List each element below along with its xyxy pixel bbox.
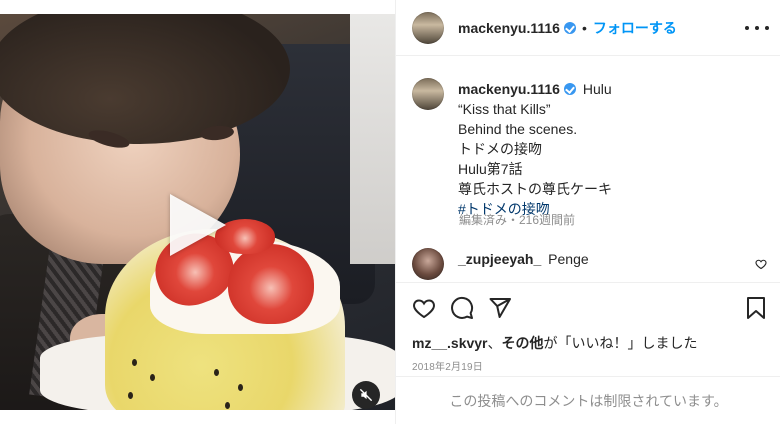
comments-disabled-text: この投稿へのコメントは制限されています。: [449, 392, 728, 409]
author-username[interactable]: mackenyu.1116: [458, 20, 560, 36]
likes-suffix: が「いいね！」しました: [543, 335, 698, 351]
author-avatar[interactable]: [412, 12, 444, 44]
kiwi-seed: [132, 359, 137, 366]
background-seat-light: [350, 14, 395, 264]
video-player[interactable]: [0, 14, 395, 410]
follow-button[interactable]: フォローする: [593, 20, 677, 36]
caption-username[interactable]: mackenyu.1116: [458, 81, 560, 97]
caption-meta: 編集済み・216週間前: [459, 213, 576, 227]
play-icon[interactable]: [170, 194, 226, 256]
comment: _zupjeeyah_ Penge: [458, 251, 589, 267]
more-options-icon[interactable]: [745, 19, 769, 37]
bottom-strip: [0, 410, 395, 424]
caption-prefix: Hulu: [582, 81, 612, 97]
post-header: mackenyu.1116 • フォローする: [396, 0, 780, 56]
kiwi-seed: [128, 392, 133, 399]
comment-username[interactable]: _zupjeeyah_: [458, 251, 541, 267]
share-paper-plane-icon[interactable]: [488, 296, 512, 320]
commenter-avatar[interactable]: [412, 248, 444, 280]
likes-others[interactable]: その他: [502, 335, 544, 351]
likes-summary: mz__.skvyr、その他が「いいね！」しました: [412, 333, 698, 353]
kiwi-seed: [238, 384, 243, 391]
kiwi-seed: [225, 402, 230, 409]
post-date[interactable]: 2018年2月19日: [412, 358, 483, 373]
strawberry: [228, 244, 314, 324]
action-bar: [396, 282, 780, 332]
comments-disabled-notice: この投稿へのコメントは制限されています。: [396, 376, 780, 424]
verified-badge-icon: [563, 83, 576, 95]
muted-speaker-icon: [360, 389, 372, 401]
verified-badge-icon: [563, 22, 576, 34]
caption: mackenyu.1116 Hulu “Kiss that Kills” Beh…: [458, 79, 768, 219]
comment-text: Penge: [548, 251, 589, 267]
caption-body: “Kiss that Kills” Behind the scenes. トドメ…: [458, 101, 612, 197]
post-details-panel: mackenyu.1116 • フォローする mackenyu.1116 Hulu …: [395, 0, 780, 424]
comment-like-heart-icon[interactable]: [755, 258, 767, 270]
likes-and: 、: [487, 335, 502, 351]
kiwi-seed: [150, 374, 155, 381]
likes-user[interactable]: mz__.skvyr: [412, 335, 488, 351]
heart-icon[interactable]: [412, 296, 436, 320]
caption-author-avatar[interactable]: [412, 78, 444, 110]
comment-icon[interactable]: [450, 296, 474, 320]
bookmark-icon[interactable]: [745, 296, 767, 320]
instagram-post-window: mackenyu.1116 • フォローする mackenyu.1116 Hulu …: [0, 0, 780, 424]
kiwi-seed: [214, 369, 219, 376]
mute-button[interactable]: [352, 381, 380, 409]
separator-dot: •: [581, 20, 587, 36]
